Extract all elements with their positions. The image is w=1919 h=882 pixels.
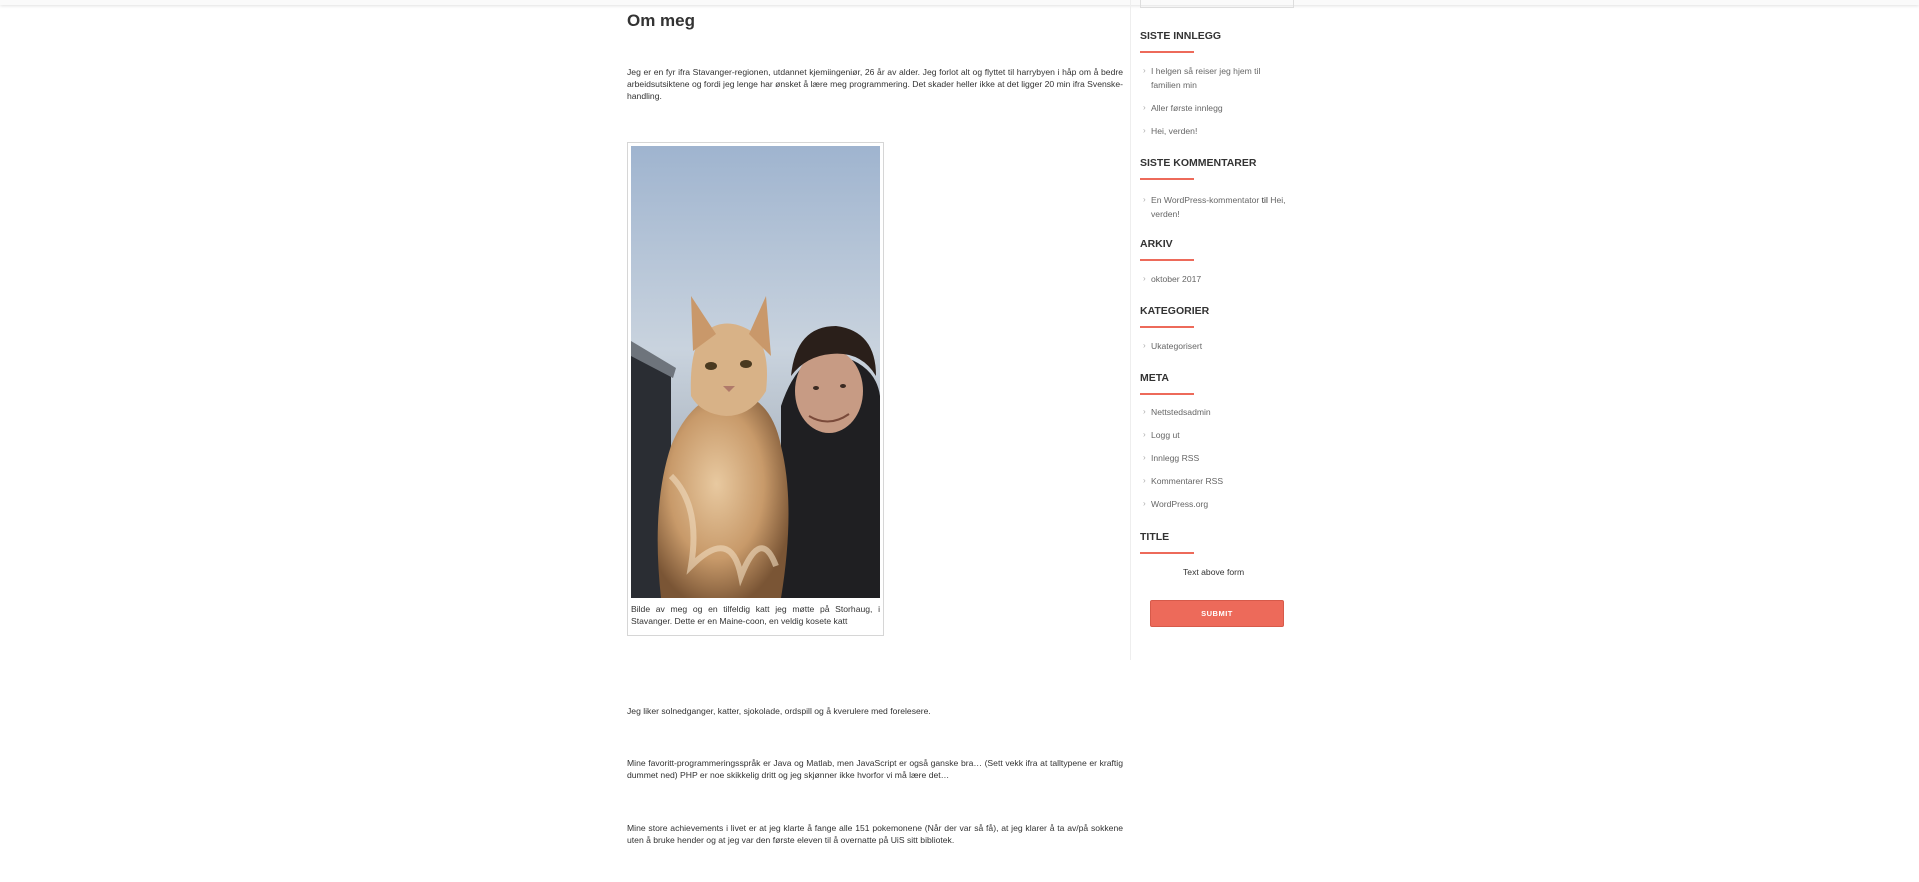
search-field[interactable]	[1140, 0, 1294, 8]
title-underline	[1140, 51, 1194, 53]
meta-link[interactable]: Logg ut	[1151, 430, 1180, 440]
list-item[interactable]: Nettstedsadmin	[1140, 405, 1290, 419]
meta-link[interactable]: Innlegg RSS	[1151, 453, 1199, 463]
languages-paragraph: Mine favoritt-programmeringsspråk er Jav…	[627, 758, 1123, 780]
list-item[interactable]: oktober 2017	[1140, 272, 1290, 286]
category-link[interactable]: Ukategorisert	[1151, 341, 1202, 351]
top-bar	[0, 0, 1919, 5]
categories-list: Ukategorisert	[1140, 339, 1290, 353]
recent-comments-list: En WordPress-kommentator til Hei, verden…	[1140, 193, 1290, 221]
widget-title-categories: KATEGORIER	[1140, 305, 1209, 328]
list-item[interactable]: Aller første innlegg	[1140, 101, 1290, 115]
list-item[interactable]: Innlegg RSS	[1140, 451, 1290, 465]
page-title: Om meg	[627, 11, 696, 30]
form-intro-text: Text above form	[1183, 567, 1245, 577]
post-link[interactable]: I helgen så reiser jeg hjem til familien…	[1151, 66, 1260, 90]
post-link[interactable]: Hei, verden!	[1151, 126, 1197, 136]
list-item[interactable]: Logg ut	[1140, 428, 1290, 442]
widget-title-recent-comments: SISTE KOMMENTARER	[1140, 157, 1256, 180]
title-underline	[1140, 178, 1194, 180]
title-underline	[1140, 393, 1194, 395]
list-item[interactable]: Ukategorisert	[1140, 339, 1290, 353]
list-item[interactable]: WordPress.org	[1140, 497, 1290, 511]
title-underline	[1140, 326, 1194, 328]
widget-title-meta: META	[1140, 372, 1194, 395]
comment-connector: til	[1261, 195, 1268, 205]
widget-title-recent-posts: SISTE INNLEGG	[1140, 30, 1221, 53]
widget-title-archive: ARKIV	[1140, 238, 1194, 261]
list-item[interactable]: Hei, verden!	[1140, 124, 1290, 138]
list-item[interactable]: I helgen så reiser jeg hjem til familien…	[1140, 64, 1290, 92]
comment-author-link[interactable]: En WordPress-kommentator	[1151, 195, 1259, 205]
meta-link[interactable]: Kommentarer RSS	[1151, 476, 1223, 486]
list-item: En WordPress-kommentator til Hei, verden…	[1140, 193, 1290, 221]
list-item[interactable]: Kommentarer RSS	[1140, 474, 1290, 488]
meta-link[interactable]: WordPress.org	[1151, 499, 1208, 509]
likes-paragraph: Jeg liker solnedganger, katter, sjokolad…	[627, 706, 931, 716]
cat-photo[interactable]	[631, 146, 880, 598]
content-divider	[1130, 0, 1131, 660]
recent-posts-list: I helgen så reiser jeg hjem til familien…	[1140, 64, 1290, 138]
post-link[interactable]: Aller første innlegg	[1151, 103, 1223, 113]
widget-title-form: TITLE	[1140, 531, 1194, 554]
achievements-paragraph: Mine store achievements i livet er at je…	[627, 823, 1123, 845]
submit-button[interactable]: SUBMIT	[1150, 600, 1284, 627]
title-underline	[1140, 259, 1194, 261]
archive-list: oktober 2017	[1140, 272, 1290, 286]
photo-figure: Bilde av meg og en tilfeldig katt jeg mø…	[627, 142, 884, 636]
archive-link[interactable]: oktober 2017	[1151, 274, 1201, 284]
intro-paragraph: Jeg er en fyr ifra Stavanger-regionen, u…	[627, 67, 1123, 101]
meta-list: Nettstedsadmin Logg ut Innlegg RSS Komme…	[1140, 405, 1290, 511]
title-underline	[1140, 552, 1194, 554]
photo-caption: Bilde av meg og en tilfeldig katt jeg mø…	[631, 604, 880, 626]
meta-link[interactable]: Nettstedsadmin	[1151, 407, 1211, 417]
